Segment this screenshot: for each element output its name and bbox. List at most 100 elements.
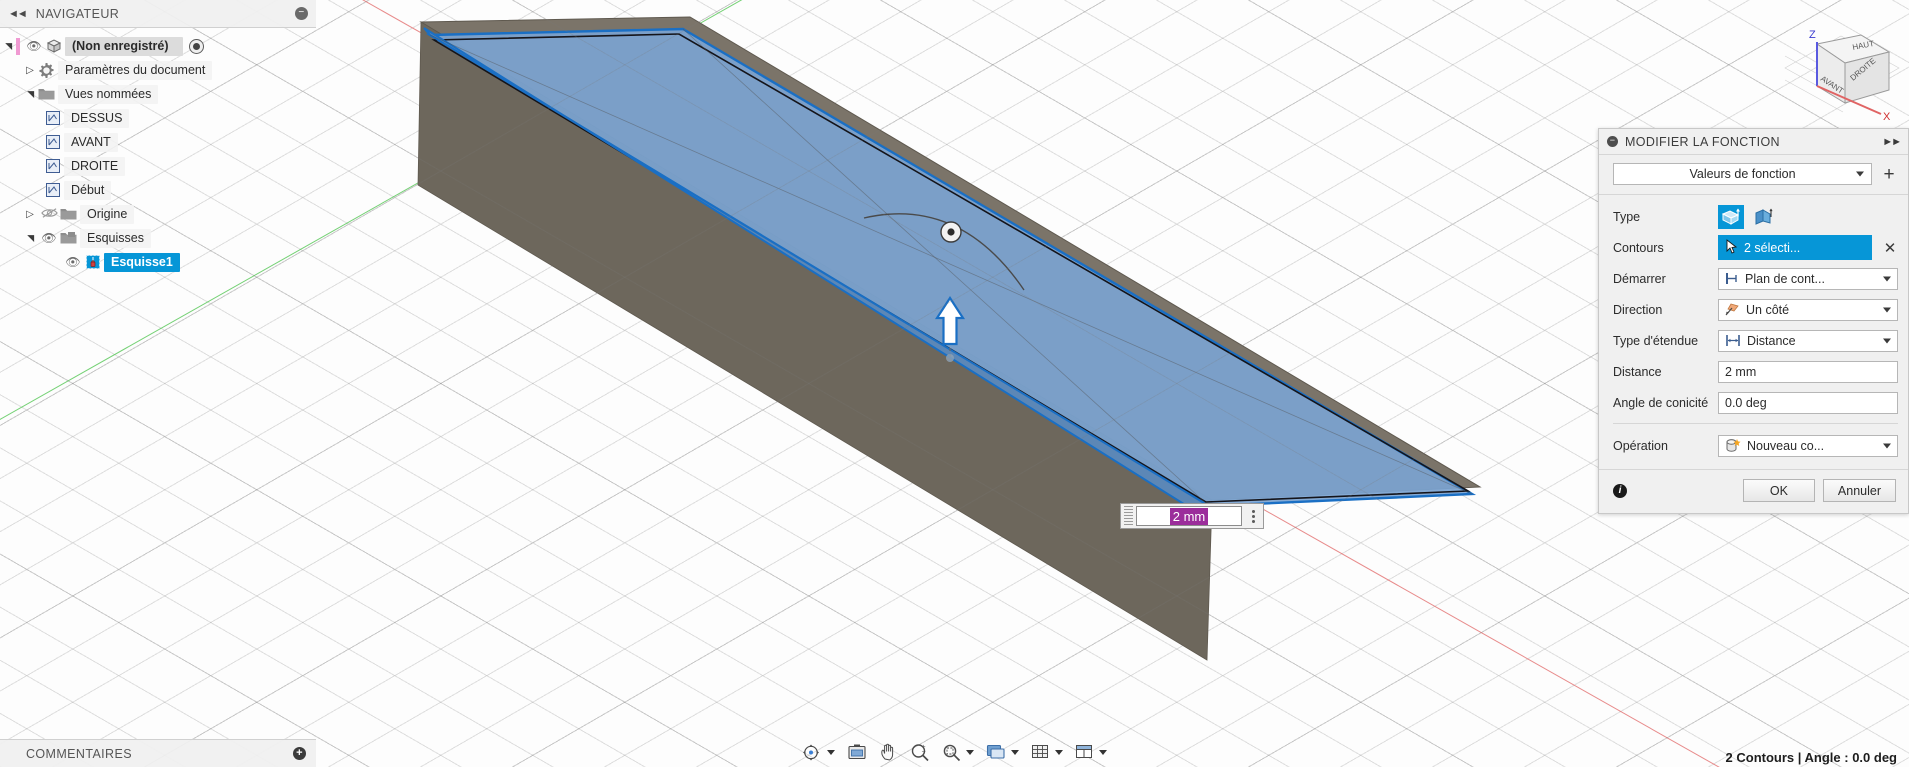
label-operation: Opération (1613, 438, 1668, 453)
viewcube-axis-z: Z (1809, 29, 1816, 41)
grid-snap-button[interactable] (1026, 739, 1068, 765)
info-icon[interactable]: i (1613, 483, 1627, 498)
field-contours: Contours 2 sélecti... ✕ (1613, 232, 1898, 263)
tree-item-view-avant[interactable]: AVANT (0, 130, 316, 154)
pan-button[interactable] (874, 739, 903, 765)
pan-view-button[interactable] (842, 739, 872, 765)
tree-label-debut[interactable]: Début (64, 180, 112, 200)
distance-input[interactable]: 2 mm (1718, 360, 1898, 383)
drag-grip-icon[interactable] (1124, 506, 1133, 526)
field-extent-type: Type d'étendue Distance (1613, 325, 1898, 356)
tree-item-view-droite[interactable]: DROITE (0, 154, 316, 178)
chevron-down-icon[interactable] (1099, 749, 1107, 755)
tree-item-view-debut[interactable]: Début (0, 178, 316, 202)
tree-item-named-views[interactable]: Vues nommées (0, 82, 316, 106)
tree-item-origin[interactable]: Origine (0, 202, 316, 226)
feature-values-dropdown[interactable]: Valeurs de fonction (1613, 163, 1872, 185)
zoom-button[interactable]: + − (905, 739, 935, 765)
navigator-panel: ◄◄ NAVIGATEUR − 👁 (Non enregistré) (0, 0, 316, 274)
zoom-window-button[interactable] (937, 739, 979, 765)
plus-circle-icon[interactable]: + (293, 747, 306, 760)
ok-button[interactable]: OK (1742, 479, 1815, 502)
more-vertical-icon[interactable] (1245, 509, 1261, 523)
navigator-tree: 👁 (Non enregistré) Paramètres du documen… (0, 28, 316, 274)
start-plane-icon (1725, 272, 1739, 285)
status-bar-right: 2 Contours | Angle : 0.0 deg (1725, 750, 1897, 765)
minus-icon[interactable]: − (295, 7, 308, 20)
plus-icon[interactable]: + (1880, 165, 1898, 184)
display-settings-button[interactable] (981, 739, 1024, 765)
operation-value: Nouveau co... (1747, 438, 1825, 453)
tree-label-droite[interactable]: DROITE (64, 156, 126, 176)
chevron-down-icon[interactable] (1883, 307, 1891, 312)
start-dropdown[interactable]: Plan de cont... (1718, 267, 1898, 290)
extent-type-value: Distance (1747, 333, 1796, 348)
chevron-down-icon[interactable] (1856, 171, 1864, 177)
comments-panel[interactable]: COMMENTAIRES + (0, 739, 316, 767)
cancel-button[interactable]: Annuler (1822, 479, 1896, 502)
folder-sketch-icon (60, 230, 77, 247)
chevron-down-icon[interactable] (1055, 749, 1063, 755)
view-cube[interactable]: HAUT AVANT DROITE Z X (1783, 8, 1901, 122)
chevron-down-icon[interactable] (1883, 276, 1891, 281)
chevron-down-icon[interactable] (0, 41, 16, 52)
tree-label-sketches[interactable]: Esquisses (80, 228, 151, 248)
label-extent-type: Type d'étendue (1613, 333, 1699, 348)
extent-type-dropdown[interactable]: Distance (1718, 329, 1898, 352)
minus-circle-icon[interactable]: − (1607, 136, 1618, 147)
dimension-value[interactable]: 2 mm (1169, 507, 1209, 525)
navigator-title: NAVIGATEUR (35, 6, 120, 21)
eye-visible-icon[interactable]: 👁 (62, 255, 84, 269)
tree-item-sketches[interactable]: 👁 Esquisses (0, 226, 316, 250)
contours-selection-button[interactable]: 2 sélecti... (1718, 235, 1872, 260)
tree-label-avant[interactable]: AVANT (64, 132, 118, 152)
dialog-title: MODIFIER LA FONCTION (1625, 134, 1780, 149)
profile-extrude-icon[interactable] (1718, 204, 1744, 229)
taper-angle-input[interactable]: 0.0 deg (1718, 391, 1898, 414)
tree-root-document[interactable]: 👁 (Non enregistré) (0, 34, 316, 58)
chevron-right-icon[interactable] (22, 209, 38, 220)
eye-visible-icon[interactable]: 👁 (38, 231, 60, 245)
tree-item-view-dessus[interactable]: DESSUS (0, 106, 316, 130)
gear-icon (38, 62, 55, 79)
direction-dropdown[interactable]: Un côté (1718, 298, 1898, 321)
label-taper-angle: Angle de conicité (1613, 395, 1709, 410)
tree-label-dessus[interactable]: DESSUS (64, 108, 130, 128)
chevron-down-icon[interactable] (22, 89, 38, 100)
operation-dropdown[interactable]: Nouveau co... (1718, 434, 1898, 457)
chevron-down-icon[interactable] (1011, 749, 1019, 755)
eye-visible-icon[interactable]: 👁 (23, 39, 45, 53)
viewports-button[interactable] (1070, 739, 1112, 765)
chevron-down-icon[interactable] (22, 233, 38, 244)
dimension-input[interactable]: 2 mm (1120, 503, 1264, 529)
tree-item-sketch1[interactable]: 👁 Esquisse1 (0, 250, 316, 274)
chevron-down-icon[interactable] (1883, 338, 1891, 343)
chevron-double-right-icon[interactable]: ►► (1882, 136, 1902, 148)
thin-extrude-icon[interactable] (1751, 205, 1777, 229)
orbit-button[interactable] (797, 739, 840, 765)
tree-label-origin[interactable]: Origine (80, 204, 135, 224)
chevron-down-icon[interactable] (1883, 443, 1891, 448)
chevron-right-icon[interactable] (22, 65, 38, 76)
chevron-down-icon[interactable] (827, 749, 835, 755)
folder-icon (38, 86, 55, 103)
sketch-locked-icon (84, 254, 101, 271)
tree-label-document-settings[interactable]: Paramètres du document (58, 60, 213, 80)
eye-hidden-icon[interactable] (38, 207, 60, 222)
dimension-value-field[interactable]: 2 mm (1136, 506, 1242, 526)
tree-label-named-views[interactable]: Vues nommées (58, 84, 159, 104)
cursor-arrow-icon (1726, 238, 1738, 257)
collapse-left-icon[interactable]: ◄◄ (8, 8, 28, 20)
x-icon[interactable]: ✕ (1882, 239, 1898, 257)
start-value: Plan de cont... (1745, 271, 1825, 286)
field-start: Démarrer Plan de cont... (1613, 263, 1898, 294)
preset-bar: Valeurs de fonction + (1599, 155, 1908, 195)
tree-label-sketch1[interactable]: Esquisse1 (104, 252, 180, 272)
tree-item-document-settings[interactable]: Paramètres du document (0, 58, 316, 82)
label-direction: Direction (1613, 302, 1663, 317)
document-name[interactable]: (Non enregistré) (65, 36, 183, 56)
activate-radio-icon[interactable] (188, 38, 204, 54)
contours-selection-value: 2 sélecti... (1744, 240, 1801, 255)
dialog-footer: i OK Annuler (1599, 469, 1908, 513)
chevron-down-icon[interactable] (966, 749, 974, 755)
